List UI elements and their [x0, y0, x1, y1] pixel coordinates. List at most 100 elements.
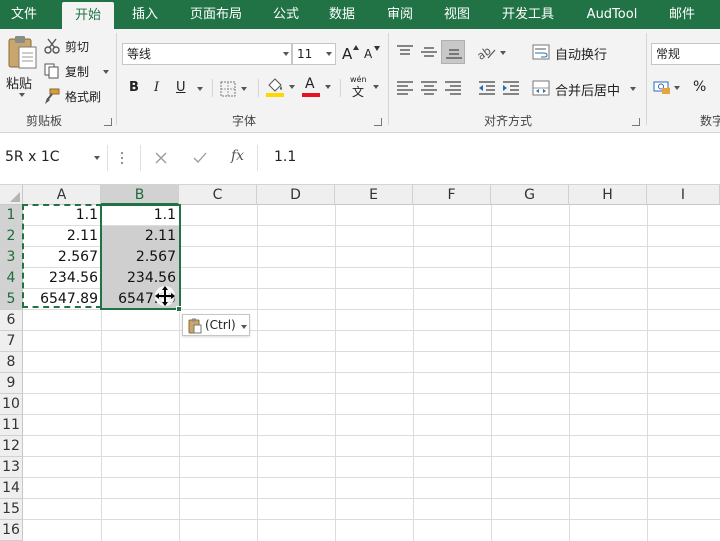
dialog-launcher-icon[interactable]: [374, 118, 382, 126]
column-header-a[interactable]: A: [23, 185, 101, 205]
tab-mailings[interactable]: 邮件: [660, 0, 704, 29]
worksheet-grid[interactable]: A B C D E F G H I 1 2 3 4 5 6 7 8 9 10 1…: [0, 185, 720, 541]
wrap-text-button[interactable]: 自动换行: [532, 41, 622, 63]
tab-insert[interactable]: 插入: [122, 0, 168, 29]
row-header[interactable]: 14: [0, 478, 23, 499]
select-all-triangle-icon: [10, 192, 20, 202]
align-center-icon[interactable]: [420, 80, 438, 96]
insert-function-button[interactable]: fx: [231, 148, 244, 164]
align-right-icon[interactable]: [444, 80, 462, 96]
italic-letter: I: [154, 80, 160, 95]
checkmark-icon[interactable]: [193, 152, 207, 164]
tab-view[interactable]: 视图: [434, 0, 480, 29]
row-header[interactable]: 2: [0, 226, 23, 247]
caret-down-icon: [374, 46, 380, 51]
align-top-icon[interactable]: [396, 44, 414, 60]
bold-letter: B: [129, 80, 139, 95]
cut-button[interactable]: 剪切: [44, 36, 104, 56]
ribbon-tab-bar: 文件 开始 插入 页面布局 公式 数据 审阅 视图 开发工具 AudTool 邮…: [0, 0, 720, 29]
chevron-down-icon: [500, 51, 506, 55]
row-header[interactable]: 11: [0, 415, 23, 436]
font-name-select[interactable]: 等线: [122, 43, 292, 65]
fill-color-button[interactable]: [266, 77, 298, 99]
orientation-button[interactable]: ab: [476, 42, 508, 64]
cancel-icon[interactable]: [155, 152, 167, 164]
more-options-icon: [120, 151, 124, 165]
column-header-e[interactable]: E: [335, 185, 413, 205]
phonetic-guide-button[interactable]: wén 文: [348, 75, 382, 99]
group-divider: [388, 33, 389, 125]
font-color-swatch: [302, 93, 320, 97]
column-header-f[interactable]: F: [413, 185, 491, 205]
decrease-indent-icon[interactable]: [478, 80, 496, 96]
row-header[interactable]: 3: [0, 247, 23, 268]
row-header[interactable]: 10: [0, 394, 23, 415]
bold-button[interactable]: B: [128, 79, 142, 99]
paste-button[interactable]: 粘贴: [4, 33, 40, 97]
tab-home[interactable]: 开始: [62, 2, 114, 29]
row-header[interactable]: 12: [0, 436, 23, 457]
merge-center-label: 合并后居中: [555, 84, 621, 99]
increase-indent-icon[interactable]: [502, 80, 520, 96]
column-header-d[interactable]: D: [257, 185, 335, 205]
dialog-launcher-icon[interactable]: [632, 118, 640, 126]
underline-button[interactable]: U: [174, 79, 204, 99]
number-group-label: 数字: [700, 114, 720, 128]
dialog-launcher-icon[interactable]: [104, 118, 112, 126]
font-size-value: 11: [297, 47, 313, 61]
chevron-down-icon: [19, 93, 25, 97]
scissors-icon: [44, 38, 60, 54]
column-header-b[interactable]: B: [101, 185, 179, 205]
paint-bucket-icon: [268, 78, 282, 92]
row-header[interactable]: 9: [0, 373, 23, 394]
tab-data[interactable]: 数据: [320, 0, 364, 29]
column-header-c[interactable]: C: [179, 185, 257, 205]
italic-button[interactable]: I: [152, 79, 166, 99]
column-header-g[interactable]: G: [491, 185, 569, 205]
row-header[interactable]: 4: [0, 268, 23, 289]
row-header[interactable]: 1: [0, 205, 23, 226]
tab-page-layout[interactable]: 页面布局: [180, 0, 252, 29]
formula-input[interactable]: 1.1: [264, 145, 720, 171]
tab-review[interactable]: 审阅: [378, 0, 422, 29]
align-middle-icon[interactable]: [420, 44, 438, 60]
currency-icon: [653, 81, 670, 94]
select-all-button[interactable]: [0, 185, 23, 205]
column-header-i[interactable]: I: [647, 185, 720, 205]
chevron-down-icon: [241, 325, 247, 329]
row-header[interactable]: 13: [0, 457, 23, 478]
grow-font-button[interactable]: A: [341, 45, 359, 65]
row-header[interactable]: 8: [0, 352, 23, 373]
tab-file[interactable]: 文件: [2, 0, 46, 29]
align-left-icon[interactable]: [396, 80, 414, 96]
row-header[interactable]: 15: [0, 499, 23, 520]
row-header[interactable]: 6: [0, 310, 23, 331]
chevron-down-icon: [197, 87, 203, 91]
align-bottom-button[interactable]: [441, 40, 465, 64]
percent-button[interactable]: %: [692, 78, 708, 98]
paste-options-button[interactable]: (Ctrl): [182, 314, 250, 336]
tab-formulas[interactable]: 公式: [264, 0, 308, 29]
tab-developer[interactable]: 开发工具: [492, 0, 564, 29]
shrink-font-button[interactable]: A: [363, 45, 381, 65]
column-header-h[interactable]: H: [569, 185, 647, 205]
tab-audtool[interactable]: AudTool: [576, 0, 648, 29]
copy-icon: [44, 63, 59, 79]
formula-bar: 5R x 1C fx 1.1: [0, 133, 720, 185]
row-header[interactable]: 5: [0, 289, 23, 310]
font-size-select[interactable]: 11: [292, 43, 336, 65]
merge-center-button[interactable]: 合并后居中: [532, 77, 640, 99]
accounting-format-button[interactable]: [653, 77, 683, 99]
font-color-button[interactable]: A: [302, 76, 334, 99]
formula-value: 1.1: [274, 149, 297, 165]
format-painter-button[interactable]: 格式刷: [44, 86, 110, 106]
name-box[interactable]: 5R x 1C: [0, 145, 108, 171]
fill-color-swatch: [266, 93, 284, 97]
number-format-select[interactable]: 常规: [651, 43, 720, 65]
wrap-text-icon: [532, 44, 550, 60]
copy-button[interactable]: 复制: [44, 61, 110, 81]
cut-label: 剪切: [65, 40, 90, 54]
row-header[interactable]: 7: [0, 331, 23, 352]
borders-button[interactable]: [220, 79, 250, 99]
row-header[interactable]: 16: [0, 520, 23, 541]
